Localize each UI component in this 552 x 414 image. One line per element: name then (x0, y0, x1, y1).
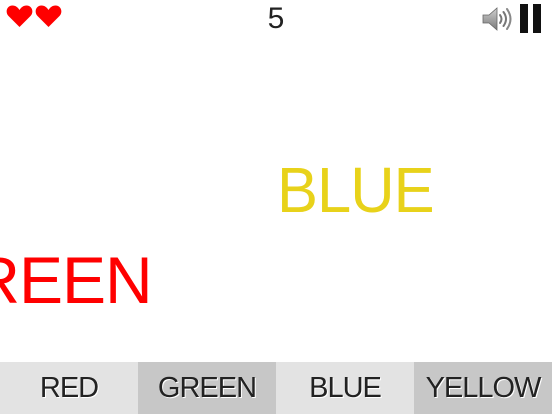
pause-button[interactable] (518, 4, 544, 34)
game-screen: 5 BLUE GREEN (0, 0, 552, 414)
answer-button-green[interactable]: GREEN (138, 362, 276, 414)
falling-word: GREEN (0, 243, 153, 317)
answer-bar: RED GREEN BLUE YELLOW (0, 362, 552, 414)
speaker-icon (481, 7, 513, 36)
answer-button-yellow[interactable]: YELLOW (414, 362, 552, 414)
answer-button-blue[interactable]: BLUE (276, 362, 414, 414)
falling-word: BLUE (277, 154, 435, 226)
score-counter: 5 (267, 2, 285, 35)
sound-button[interactable] (481, 6, 513, 32)
answer-button-red[interactable]: RED (0, 362, 138, 414)
